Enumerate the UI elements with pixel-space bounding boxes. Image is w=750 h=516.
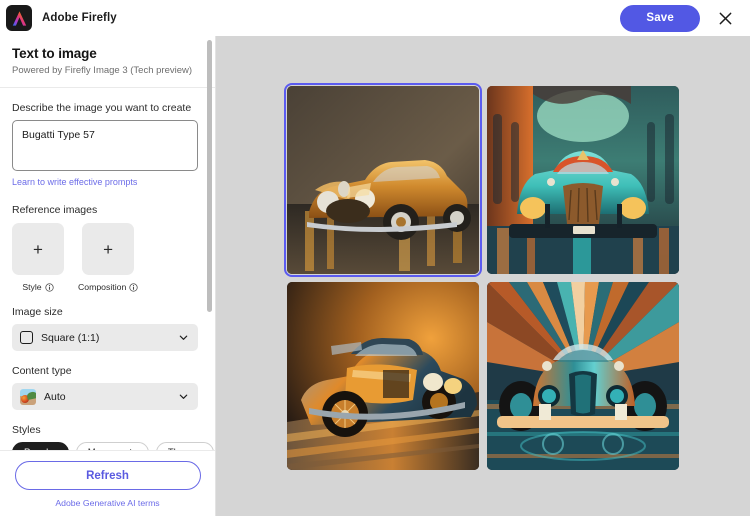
content-type-dropdown[interactable]: Auto <box>12 383 198 410</box>
sidebar-scrollbar[interactable] <box>207 40 212 312</box>
generative-ai-terms-link[interactable]: Adobe Generative AI terms <box>12 498 203 508</box>
sidebar-footer: Refresh Adobe Generative AI terms <box>0 450 215 516</box>
content-type-label: Content type <box>12 365 203 377</box>
add-style-reference-button[interactable]: + <box>12 223 64 275</box>
close-icon[interactable] <box>714 7 736 29</box>
refresh-button[interactable]: Refresh <box>15 461 201 490</box>
reference-style-item: + Style <box>12 223 64 292</box>
app-header: Adobe Firefly Save <box>0 0 750 36</box>
result-image-2[interactable] <box>487 86 679 274</box>
settings-sidebar: Text to image Powered by Firefly Image 3… <box>0 36 216 516</box>
reference-composition-item: + Composition <box>78 223 138 292</box>
tab-themes[interactable]: Themes <box>156 442 214 450</box>
result-image-1[interactable] <box>287 86 479 274</box>
reference-style-caption: Style <box>22 282 53 292</box>
style-tabs: Popular Movements Themes <box>12 442 203 450</box>
chevron-down-icon <box>178 391 189 402</box>
image-size-label: Image size <box>12 306 203 318</box>
results-canvas <box>216 36 750 516</box>
reference-composition-label: Composition <box>78 282 126 292</box>
add-composition-reference-button[interactable]: + <box>82 223 134 275</box>
page-title: Text to image <box>12 46 203 61</box>
result-image-3[interactable] <box>287 282 479 470</box>
reference-images-row: + Style + <box>12 223 203 292</box>
save-button[interactable]: Save <box>620 5 700 32</box>
image-size-value: Square (1:1) <box>41 332 99 344</box>
tab-popular[interactable]: Popular <box>12 442 69 450</box>
prompt-input[interactable] <box>12 120 198 171</box>
panel-header: Text to image Powered by Firefly Image 3… <box>0 36 215 88</box>
sidebar-scroll-area: Text to image Powered by Firefly Image 3… <box>0 36 215 450</box>
image-size-dropdown[interactable]: Square (1:1) <box>12 324 198 351</box>
result-image-4[interactable] <box>487 282 679 470</box>
square-icon <box>20 331 33 344</box>
results-grid <box>287 86 679 470</box>
firefly-logo-icon <box>6 5 32 31</box>
photo-thumbnail-icon <box>20 389 36 405</box>
info-icon[interactable] <box>45 283 54 292</box>
content-type-value: Auto <box>44 391 66 403</box>
panel-subtitle: Powered by Firefly Image 3 (Tech preview… <box>12 65 203 76</box>
reference-images-label: Reference images <box>12 204 203 216</box>
app-title: Adobe Firefly <box>42 12 117 24</box>
firefly-app-window: Adobe Firefly Save Text to image Powered… <box>0 0 750 516</box>
prompt-section: Describe the image you want to create Le… <box>0 102 215 450</box>
chevron-down-icon <box>178 332 189 343</box>
main-body: Text to image Powered by Firefly Image 3… <box>0 36 750 516</box>
prompt-label: Describe the image you want to create <box>12 102 203 114</box>
reference-style-label: Style <box>22 282 41 292</box>
learn-prompts-link[interactable]: Learn to write effective prompts <box>12 177 137 187</box>
reference-composition-caption: Composition <box>78 282 138 292</box>
tab-movements[interactable]: Movements <box>76 442 149 450</box>
info-icon[interactable] <box>129 283 138 292</box>
header-actions: Save <box>620 5 736 32</box>
styles-label: Styles <box>12 424 203 436</box>
